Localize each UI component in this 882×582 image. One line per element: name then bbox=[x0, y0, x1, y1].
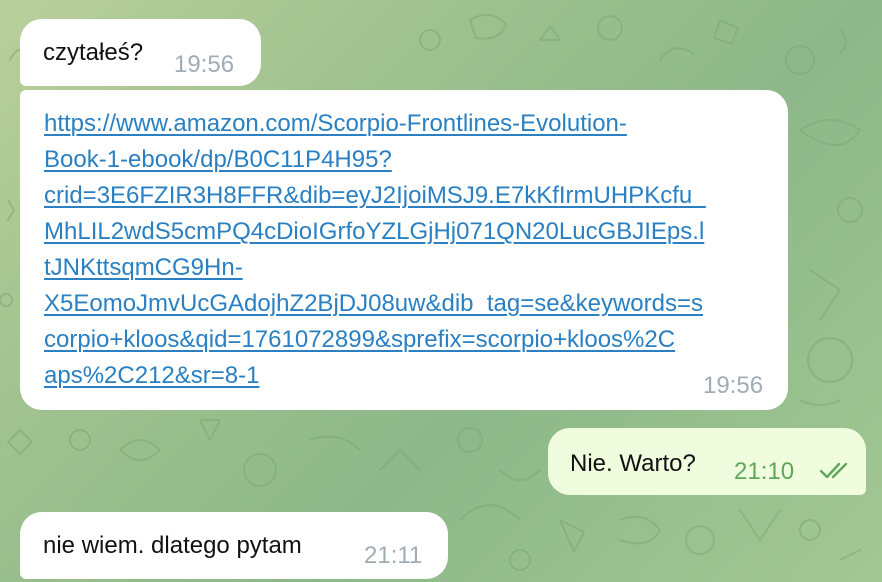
double-check-icon bbox=[819, 462, 848, 479]
message-link-line[interactable]: https://www.amazon.com/Scorpio-Frontline… bbox=[44, 110, 627, 138]
message-link-line[interactable]: MhLIL2wdS5cmPQ4cDioIGrfoYZLGjHj071QN20Lu… bbox=[44, 218, 704, 246]
message-bubble-outgoing[interactable]: Nie. Warto? 21:10 bbox=[548, 428, 866, 495]
message-link-line[interactable]: aps%2C212&sr=8-1 bbox=[44, 362, 259, 390]
message-time: 19:56 bbox=[703, 372, 764, 399]
message-bubble-incoming-link[interactable]: https://www.amazon.com/Scorpio-Frontline… bbox=[20, 90, 788, 410]
message-link-line[interactable]: crid=3E6FZIR3H8FFR&dib=eyJ2IjoiMSJ9.E7kK… bbox=[44, 182, 706, 210]
message-time: 19:56 bbox=[174, 51, 235, 78]
message-link-line[interactable]: X5EomoJmvUcGAdojhZ2BjDJ08uw&dib_tag=se&k… bbox=[44, 290, 703, 318]
message-bubble-incoming[interactable]: czytałeś? 19:56 bbox=[20, 19, 261, 86]
message-time: 21:11 bbox=[364, 542, 423, 569]
message-bubble-incoming[interactable]: nie wiem. dlatego pytam 21:11 bbox=[20, 512, 448, 579]
message-link-line[interactable]: tJNKttsqmCG9Hn- bbox=[44, 254, 243, 282]
message-text: czytałeś? bbox=[43, 39, 144, 66]
message-link-line[interactable]: corpio+kloos&qid=1761072899&sprefix=scor… bbox=[44, 326, 675, 354]
message-time: 21:10 bbox=[734, 458, 795, 485]
message-text: nie wiem. dlatego pytam bbox=[43, 532, 302, 559]
message-link-line[interactable]: Book-1-ebook/dp/B0C11P4H95? bbox=[44, 146, 392, 174]
message-text: Nie. Warto? bbox=[570, 450, 696, 477]
